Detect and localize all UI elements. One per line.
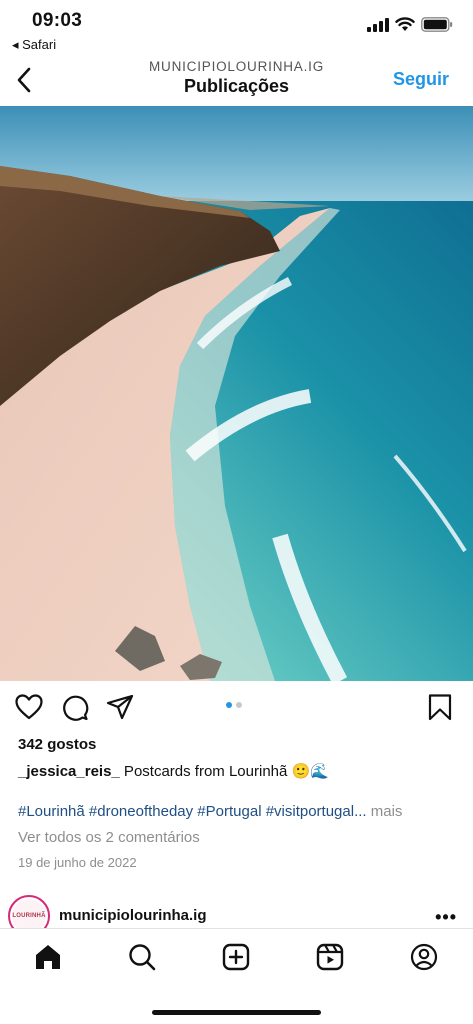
heart-icon [15, 694, 43, 720]
search-icon [129, 944, 156, 971]
reels-icon [316, 943, 344, 971]
like-button[interactable] [14, 692, 44, 722]
caption-text: Postcards from Lourinhã 🙂🌊 [119, 763, 329, 780]
tab-reels[interactable] [314, 941, 346, 973]
carousel-indicator [226, 702, 242, 708]
paper-plane-icon [106, 694, 134, 720]
tab-create[interactable] [220, 941, 252, 973]
post-caption: _jessica_reis_ Postcards from Lourinhã 🙂… [18, 762, 329, 780]
post-hashtags[interactable]: #Lourinhã #droneoftheday #Portugal #visi… [18, 803, 402, 820]
home-indicator[interactable] [152, 1010, 321, 1015]
tab-search[interactable] [126, 941, 158, 973]
caption-username[interactable]: _jessica_reis_ [18, 763, 120, 780]
status-time: 09:03 [32, 10, 83, 31]
tab-bar [0, 928, 473, 1024]
post-actions [0, 690, 473, 726]
next-post-header: LOURINHÃ municipiolourinha.ig ••• [0, 893, 473, 933]
bookmark-icon [428, 694, 452, 721]
view-comments-link[interactable]: Ver todos os 2 comentários [18, 829, 200, 846]
hashtags-text[interactable]: #Lourinhã #droneoftheday #Portugal #visi… [18, 803, 367, 820]
carousel-dot-active [226, 702, 232, 708]
tab-profile[interactable] [408, 941, 440, 973]
home-icon [36, 945, 60, 969]
more-options-button[interactable]: ••• [435, 907, 457, 928]
avatar-logo-text: LOURINHÃ [12, 913, 46, 919]
tab-home[interactable] [32, 941, 64, 973]
more-link[interactable]: mais [367, 803, 403, 820]
share-button[interactable] [105, 692, 135, 722]
status-icons [367, 17, 453, 32]
comment-icon [63, 695, 89, 721]
page-header: MUNICIPIOLOURINHA.IG Publicações Seguir [0, 58, 473, 106]
signal-icon [367, 17, 389, 32]
next-post-username[interactable]: municipiolourinha.ig [59, 907, 207, 924]
comment-button[interactable] [60, 692, 90, 722]
follow-button[interactable]: Seguir [393, 69, 449, 90]
carousel-dot [236, 702, 242, 708]
back-to-safari[interactable]: ◂ Safari [12, 37, 56, 53]
create-icon [222, 943, 250, 971]
post-image[interactable] [0, 106, 473, 681]
post-date: 19 de junho de 2022 [18, 855, 137, 870]
battery-icon [421, 17, 453, 32]
save-button[interactable] [425, 692, 455, 722]
profile-icon [410, 943, 438, 971]
status-bar: 09:03 ◂ Safari [0, 0, 473, 58]
likes-count[interactable]: 342 gostos [18, 736, 96, 753]
wifi-icon [395, 17, 415, 31]
